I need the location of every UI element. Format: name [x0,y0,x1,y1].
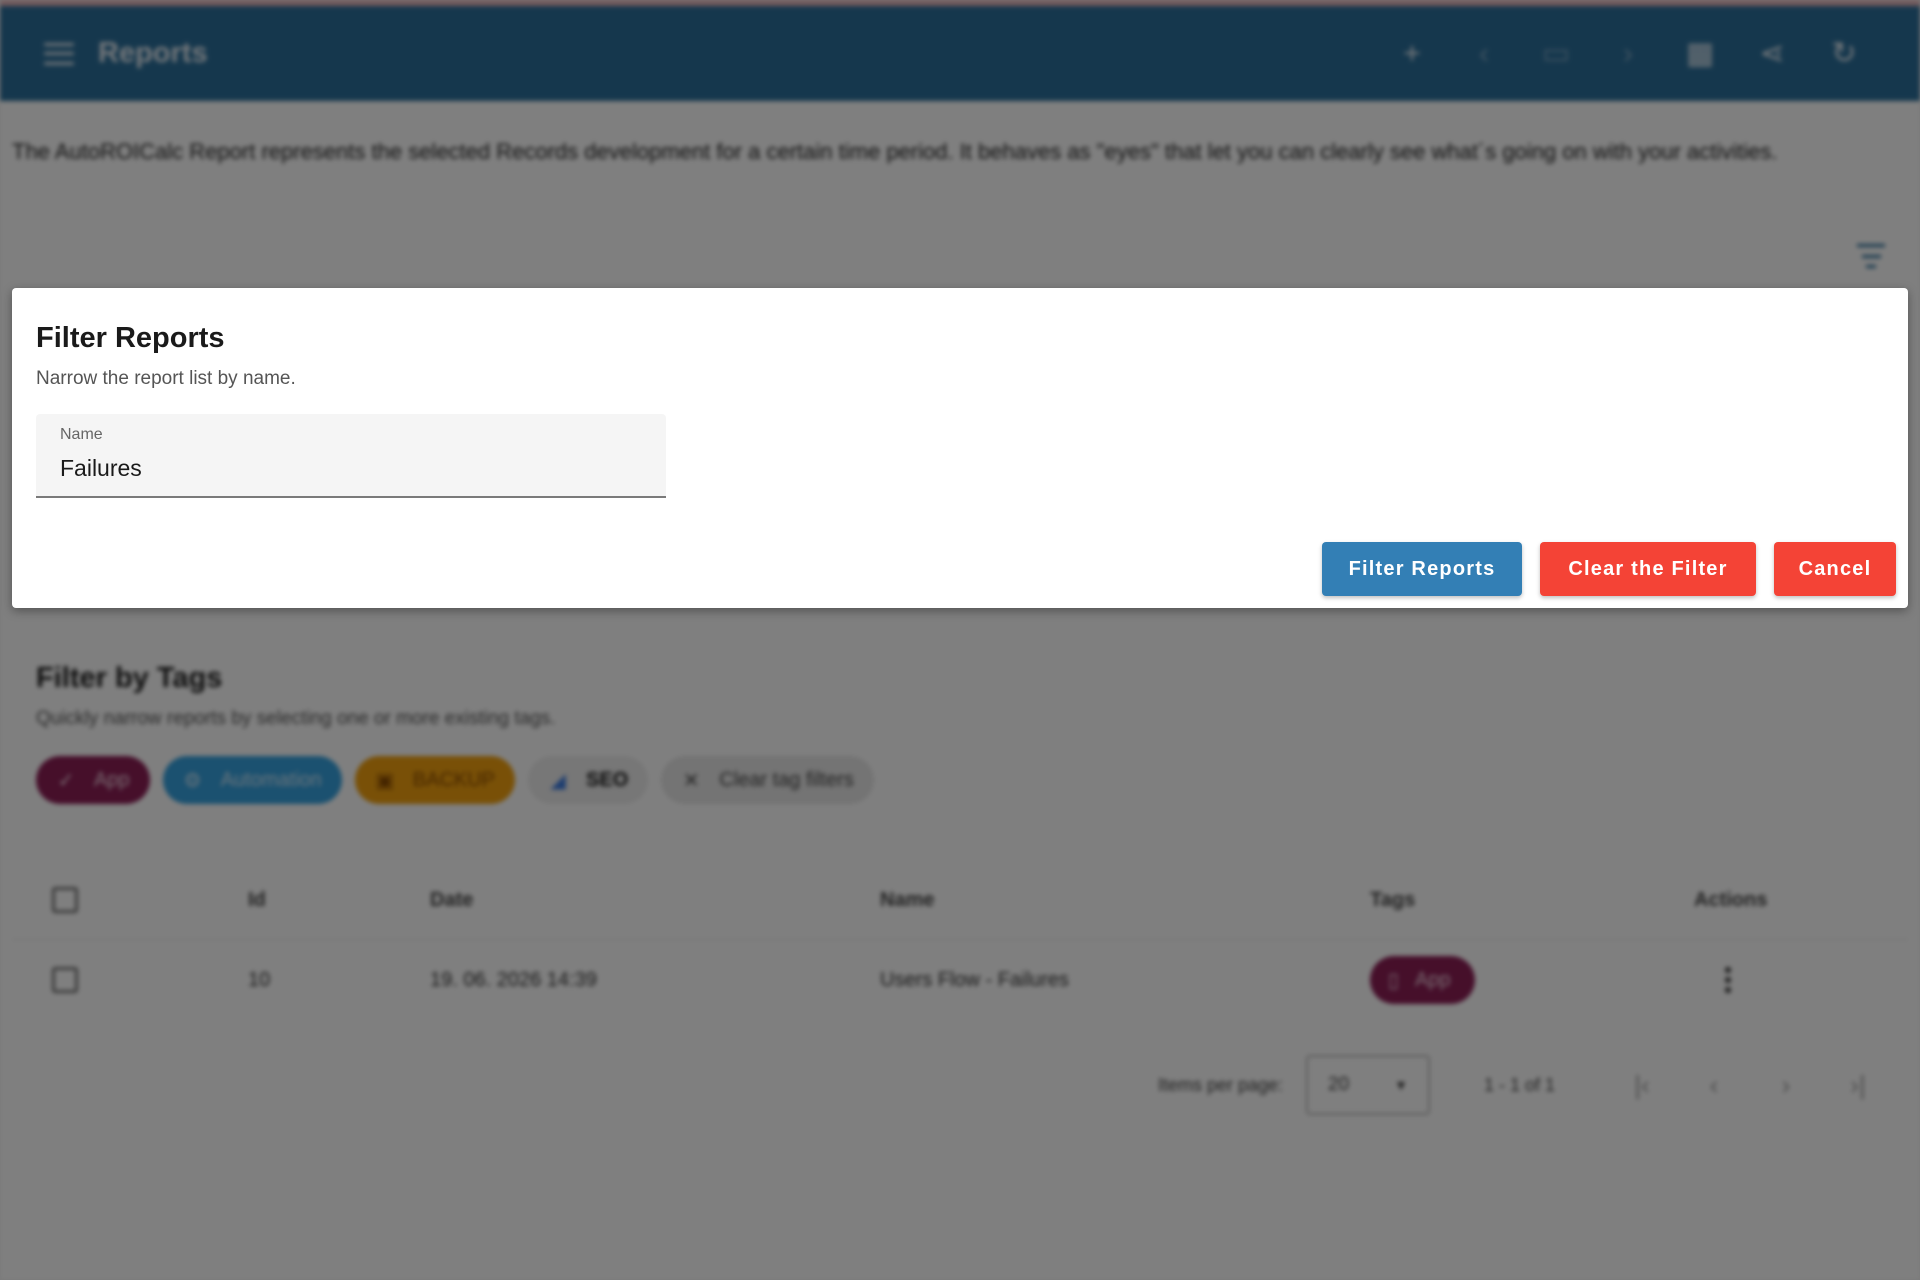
filter-reports-button[interactable]: Filter Reports [1322,542,1522,596]
name-field-label: Name [60,426,103,443]
modal-backdrop[interactable] [0,0,1920,1280]
clear-filter-button[interactable]: Clear the Filter [1540,542,1756,596]
dialog-subtitle: Narrow the report list by name. [36,368,296,389]
name-input[interactable] [60,452,640,484]
filter-reports-dialog: Filter Reports Narrow the report list by… [12,288,1908,608]
cancel-button[interactable]: Cancel [1774,542,1896,596]
name-field[interactable]: Name [36,414,666,498]
dialog-title: Filter Reports [36,322,225,354]
dialog-actions: Filter Reports Clear the Filter Cancel [1322,542,1896,596]
